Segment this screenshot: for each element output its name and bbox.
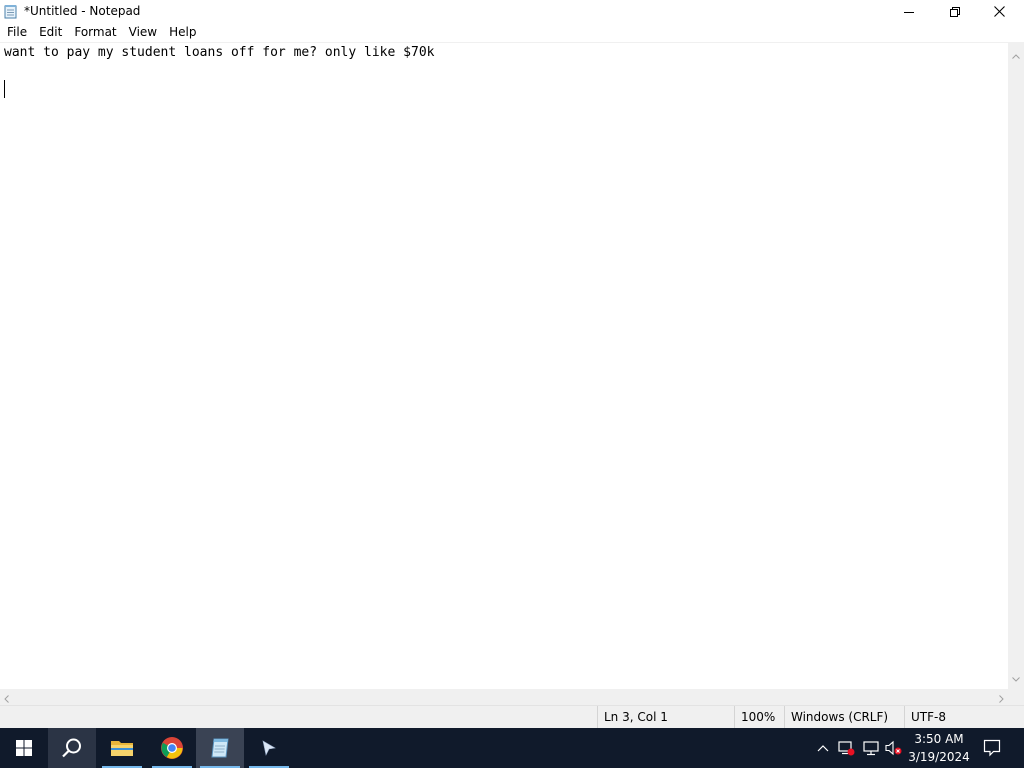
action-center-button[interactable] bbox=[980, 736, 1004, 760]
volume-button[interactable] bbox=[884, 738, 904, 758]
clock-time: 3:50 AM bbox=[914, 732, 964, 746]
minimize-button[interactable] bbox=[886, 0, 932, 23]
status-encoding: UTF-8 bbox=[904, 706, 1024, 729]
scroll-up-arrow-icon[interactable] bbox=[1012, 48, 1020, 62]
taskbar: 3:50 AM 3/19/2024 bbox=[0, 728, 1024, 768]
search-icon bbox=[62, 738, 81, 758]
restore-icon bbox=[950, 6, 960, 17]
status-zoom: 100% bbox=[734, 706, 784, 729]
menu-view[interactable]: View bbox=[123, 23, 163, 42]
search-button[interactable] bbox=[48, 728, 96, 768]
notification-icon bbox=[983, 739, 1001, 757]
clock[interactable]: 3:50 AM 3/19/2024 bbox=[908, 730, 970, 766]
scrollbar-corner bbox=[1008, 689, 1024, 705]
scroll-down-arrow-icon[interactable] bbox=[1012, 671, 1020, 685]
status-line-ending: Windows (CRLF) bbox=[784, 706, 904, 729]
scroll-right-arrow-icon[interactable] bbox=[999, 692, 1004, 706]
chrome-icon bbox=[161, 737, 183, 759]
terminal-button[interactable] bbox=[245, 728, 293, 768]
cursor-arrow-icon bbox=[262, 740, 276, 756]
horizontal-scrollbar[interactable] bbox=[0, 689, 1008, 705]
ethernet-button[interactable] bbox=[861, 738, 881, 758]
notepad-icon bbox=[4, 4, 18, 19]
text-editor[interactable]: want to pay my student loans off for me?… bbox=[0, 42, 1008, 689]
text-caret bbox=[4, 80, 5, 98]
editor-line[interactable]: want to pay my student loans off for me?… bbox=[4, 45, 434, 60]
menu-help[interactable]: Help bbox=[163, 23, 202, 42]
close-button[interactable] bbox=[976, 0, 1022, 23]
notepad-icon bbox=[211, 738, 229, 758]
start-button[interactable] bbox=[0, 728, 48, 768]
scroll-left-arrow-icon[interactable] bbox=[4, 692, 9, 706]
status-cursor-position: Ln 3, Col 1 bbox=[597, 706, 733, 729]
clock-date: 3/19/2024 bbox=[908, 750, 970, 764]
show-hidden-icons-button[interactable] bbox=[813, 738, 833, 758]
vertical-scrollbar[interactable] bbox=[1008, 42, 1024, 689]
network-status-button[interactable] bbox=[836, 738, 856, 758]
network-warning-icon bbox=[838, 741, 855, 756]
chevron-up-icon bbox=[817, 745, 829, 752]
status-bar: Ln 3, Col 1 100% Windows (CRLF) UTF-8 bbox=[0, 705, 1024, 729]
volume-muted-icon bbox=[885, 740, 902, 756]
chrome-button[interactable] bbox=[148, 728, 196, 768]
minimize-icon bbox=[904, 11, 914, 13]
menu-bar: File Edit Format View Help bbox=[0, 23, 1024, 42]
window-title: *Untitled - Notepad bbox=[24, 4, 141, 18]
title-bar[interactable]: *Untitled - Notepad bbox=[0, 0, 1024, 23]
notepad-taskbar-button[interactable] bbox=[196, 728, 244, 768]
windows-logo-icon bbox=[16, 740, 32, 756]
menu-format[interactable]: Format bbox=[68, 23, 122, 42]
folder-icon bbox=[111, 741, 133, 756]
file-explorer-button[interactable] bbox=[98, 728, 146, 768]
restore-button[interactable] bbox=[932, 0, 978, 23]
menu-file[interactable]: File bbox=[0, 23, 33, 42]
ethernet-icon bbox=[863, 741, 879, 756]
close-icon bbox=[993, 6, 1005, 17]
menu-edit[interactable]: Edit bbox=[33, 23, 68, 42]
